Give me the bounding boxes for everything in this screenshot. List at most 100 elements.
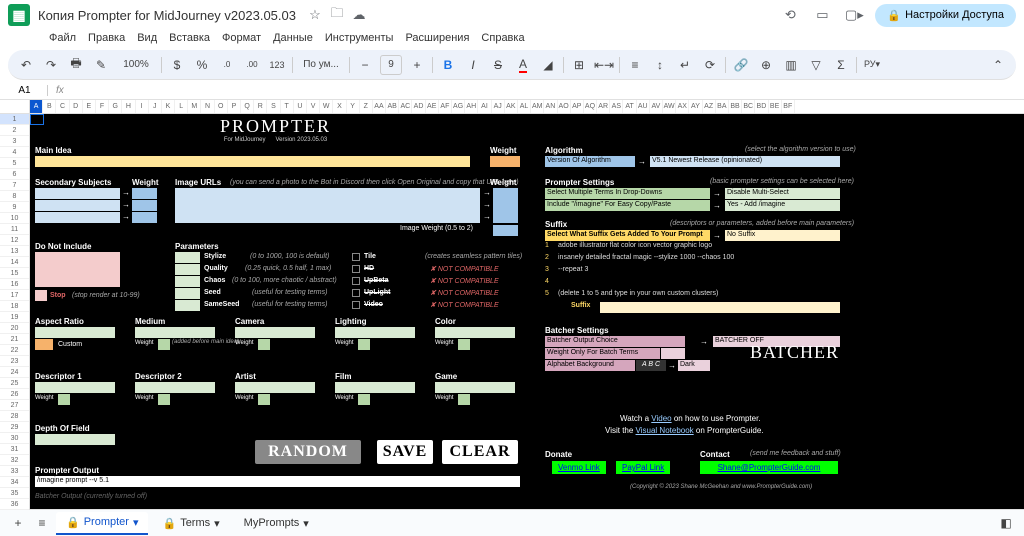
field-algo[interactable]: V5.1 Newest Release (opinionated) (650, 156, 840, 167)
field-lighting[interactable] (335, 327, 415, 338)
history-icon[interactable]: ⟲ (782, 7, 798, 23)
check-hd[interactable] (352, 265, 360, 273)
field-mainidea[interactable] (35, 156, 470, 167)
valign-icon[interactable]: ↕ (650, 55, 670, 75)
comment2-icon[interactable]: ⊕ (756, 55, 776, 75)
field-quality[interactable] (175, 264, 200, 275)
clear-button[interactable]: CLEAR (442, 440, 518, 464)
check-tile[interactable] (352, 253, 360, 261)
percent-icon[interactable]: % (192, 55, 212, 75)
moreformat[interactable]: 123 (267, 55, 287, 75)
field-stylize[interactable] (175, 252, 200, 263)
field-artist[interactable] (235, 382, 315, 393)
menu-view[interactable]: Вид (132, 30, 162, 48)
menu-ext[interactable]: Расширения (400, 30, 474, 48)
field-desc1[interactable] (35, 382, 115, 393)
halign-icon[interactable]: ≡ (625, 55, 645, 75)
cloud-icon[interactable]: ☁ (351, 7, 367, 23)
field-wob[interactable] (661, 348, 685, 359)
cell-reference[interactable]: A1 (8, 85, 48, 96)
sheet-canvas[interactable]: PROMPTER For MidJourneyVersion 2023.05.0… (30, 114, 1024, 509)
field-ps1[interactable]: Disable Multi-Select (725, 188, 840, 199)
italic-icon[interactable]: I (463, 55, 483, 75)
check-upbeta[interactable] (352, 277, 360, 285)
field-medium-w[interactable] (158, 339, 170, 350)
save-button[interactable]: SAVE (377, 440, 433, 464)
row-headers[interactable]: 1234567891011121314151617181920212223242… (0, 114, 30, 509)
field-dof[interactable] (35, 434, 115, 445)
check-video[interactable] (352, 301, 360, 309)
merge-icon[interactable]: ⇤⇥ (594, 55, 614, 75)
paint-icon[interactable]: ✎ (91, 55, 111, 75)
menu-tools[interactable]: Инструменты (320, 30, 399, 48)
all-sheets-icon[interactable]: ≡ (32, 513, 52, 533)
doc-title[interactable]: Копия Prompter for MidJourney v2023.05.0… (38, 8, 296, 23)
dec2[interactable]: .00 (242, 55, 262, 75)
fs-minus[interactable]: − (355, 55, 375, 75)
add-sheet-icon[interactable]: + (8, 513, 28, 533)
field-chaos[interactable] (175, 276, 200, 287)
venmo-link[interactable]: Venmo Link (552, 461, 606, 474)
fontsize[interactable]: 9 (380, 55, 402, 75)
paypal-link[interactable]: PayPal Link (616, 461, 670, 474)
star-icon[interactable]: ☆ (307, 7, 323, 23)
field-lighting-w[interactable] (358, 339, 370, 350)
fillcolor-icon[interactable]: ◢ (538, 55, 558, 75)
undo-icon[interactable]: ↶ (16, 55, 36, 75)
menu-help[interactable]: Справка (476, 30, 529, 48)
tab-terms[interactable]: 🔒Terms▾ (152, 513, 229, 534)
column-headers[interactable]: ABCDEFGHIJKLMNOPQRSTUVWXYZAAABACADAEAFAG… (0, 100, 1024, 114)
menu-data[interactable]: Данные (268, 30, 318, 48)
textcolor-icon[interactable]: A (513, 55, 533, 75)
bold-icon[interactable]: B (438, 55, 458, 75)
explore-icon[interactable]: ◧ (996, 513, 1016, 533)
comment-icon[interactable]: ▭ (814, 7, 830, 23)
random-button[interactable]: RANDOM (255, 440, 361, 464)
field-suffix-custom[interactable] (600, 302, 840, 313)
field-imageweight[interactable] (493, 225, 518, 236)
fs-plus[interactable]: + (407, 55, 427, 75)
link-icon[interactable]: 🔗 (731, 55, 751, 75)
menu-format[interactable]: Формат (217, 30, 266, 48)
chart-icon[interactable]: ▥ (781, 55, 801, 75)
check-uplight[interactable] (352, 289, 360, 297)
field-aspect-c[interactable] (35, 339, 53, 350)
strike-icon[interactable]: S (488, 55, 508, 75)
move-icon[interactable]: 🗀 (329, 7, 345, 23)
field-secw1[interactable] (132, 188, 157, 199)
field-secw2[interactable] (132, 200, 157, 211)
dec1[interactable]: .0 (217, 55, 237, 75)
field-color-w[interactable] (458, 339, 470, 350)
field-aspect[interactable] (35, 327, 115, 338)
sheets-logo[interactable]: ▦ (8, 4, 30, 26)
field-medium[interactable] (135, 327, 215, 338)
field-imageurls[interactable] (175, 188, 480, 223)
notebook-link[interactable]: Visual Notebook (636, 426, 694, 435)
field-sec2[interactable] (35, 200, 120, 211)
font[interactable]: По ум... (298, 55, 344, 75)
field-secw3[interactable] (132, 212, 157, 223)
field-weight1[interactable] (490, 156, 520, 167)
field-suffix[interactable]: No Suffix (725, 230, 840, 241)
field-urlweight[interactable] (493, 188, 518, 223)
field-notinclude[interactable] (35, 252, 120, 287)
field-sec3[interactable] (35, 212, 120, 223)
field-output[interactable]: /imagine prompt --v 5.1 (35, 476, 520, 487)
menu-file[interactable]: Файл (44, 30, 81, 48)
field-stop[interactable] (35, 290, 47, 301)
tab-myprompts[interactable]: MyPrompts▾ (234, 513, 319, 534)
expand-up-icon[interactable]: ⌃ (988, 55, 1008, 75)
field-dark[interactable]: Dark (678, 360, 710, 371)
field-ps2[interactable]: Yes - Add /imagine (725, 200, 840, 211)
field-color[interactable] (435, 327, 515, 338)
wrap-icon[interactable]: ↵ (675, 55, 695, 75)
field-camera[interactable] (235, 327, 315, 338)
filter-icon[interactable]: ▽ (806, 55, 826, 75)
share-button[interactable]: 🔒Настройки Доступа (875, 4, 1016, 27)
menu-edit[interactable]: Правка (83, 30, 130, 48)
field-desc2[interactable] (135, 382, 215, 393)
ru-icon[interactable]: РУ▾ (862, 55, 882, 75)
field-sec1[interactable] (35, 188, 120, 199)
print-icon[interactable]: 🖶 (66, 55, 86, 75)
field-seed[interactable] (175, 288, 200, 299)
